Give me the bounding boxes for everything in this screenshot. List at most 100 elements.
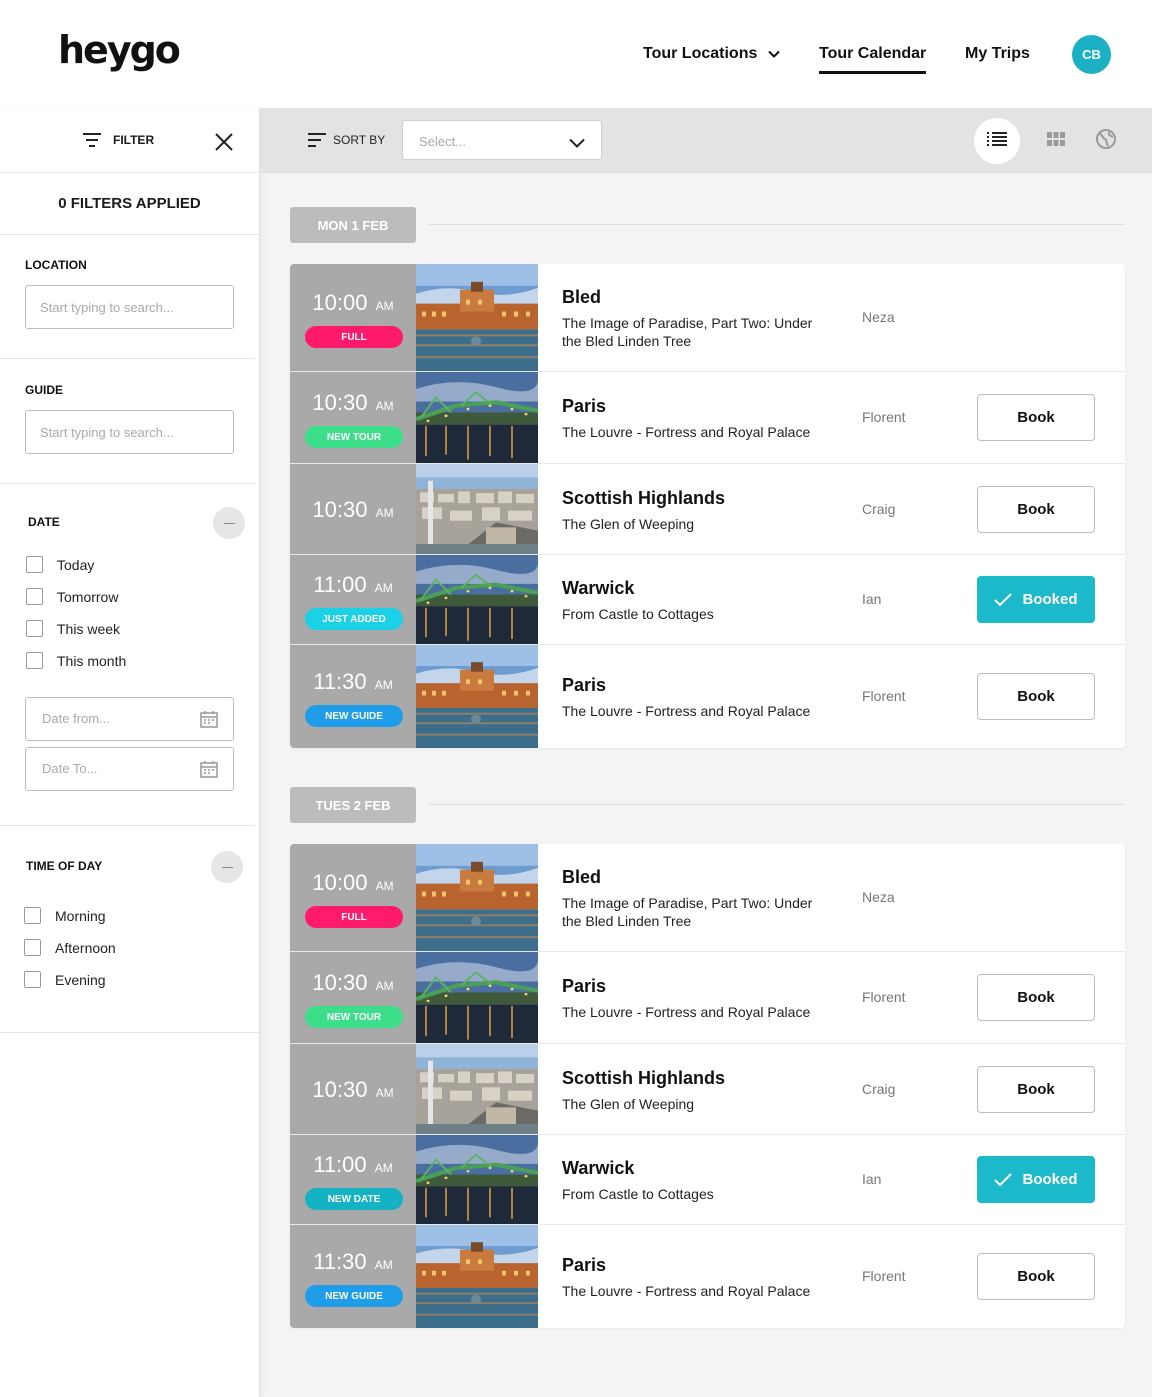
book-button-label: Book xyxy=(1017,1081,1055,1098)
status-badge: NEW TOUR xyxy=(305,1006,403,1028)
checkbox[interactable] xyxy=(26,620,43,637)
booked-button-label: Booked xyxy=(1022,591,1078,608)
checkbox[interactable] xyxy=(24,939,41,956)
tour-time: 11:00 AM xyxy=(290,1152,416,1178)
tour-title[interactable]: Scottish Highlands xyxy=(562,488,725,509)
book-button-label: Book xyxy=(1017,501,1055,518)
checkbox[interactable] xyxy=(26,652,43,669)
date-option-this-month[interactable]: This month xyxy=(26,652,126,669)
check-icon xyxy=(994,1172,1013,1186)
tour-time-ampm: AM xyxy=(375,299,394,313)
calendar-icon[interactable] xyxy=(200,760,218,783)
tour-time: 11:30 AM xyxy=(290,669,416,695)
tour-subtitle: The Glen of Weeping xyxy=(562,516,695,532)
nav-tour-locations[interactable]: Tour Locations xyxy=(643,45,780,63)
tour-guide: Ian xyxy=(862,1171,882,1187)
time-option-afternoon[interactable]: Afternoon xyxy=(24,939,116,956)
tour-title[interactable]: Warwick xyxy=(562,578,634,599)
tour-row[interactable]: 11:30 AM NEW GUIDE Paris The Louvre - For… xyxy=(290,1225,1125,1328)
tour-subtitle: The Image of Paradise, Part Two: Under t… xyxy=(562,895,813,929)
date-option-label: This week xyxy=(57,620,121,637)
date-to-input[interactable] xyxy=(42,761,192,776)
nav-tour-calendar[interactable]: Tour Calendar xyxy=(819,45,927,74)
book-button[interactable]: Book xyxy=(977,394,1095,441)
chevron-down-icon xyxy=(569,135,585,153)
close-icon[interactable] xyxy=(214,132,234,157)
guide-search-input[interactable] xyxy=(25,410,234,454)
date-label: DATE xyxy=(28,515,60,529)
tour-title[interactable]: Warwick xyxy=(562,1158,634,1179)
tour-row[interactable]: 11:30 AM NEW GUIDE Paris The Louvre - For… xyxy=(290,645,1125,748)
divider xyxy=(428,224,1125,225)
divider xyxy=(428,804,1125,805)
date-to-field[interactable] xyxy=(25,747,234,791)
checkbox[interactable] xyxy=(24,971,41,988)
tour-row[interactable]: 10:30 AM NEW TOUR Paris The Louvre - Fort… xyxy=(290,952,1125,1044)
map-view-button[interactable] xyxy=(1083,118,1129,164)
tour-row[interactable]: 10:00 AM FULL Bled The Image of Paradise,… xyxy=(290,844,1125,952)
tour-thumbnail xyxy=(416,844,538,951)
location-label: LOCATION xyxy=(25,258,87,272)
date-option-this-week[interactable]: This week xyxy=(26,620,120,637)
checkbox[interactable] xyxy=(24,907,41,924)
location-search-input[interactable] xyxy=(25,285,234,329)
tour-title[interactable]: Paris xyxy=(562,976,606,997)
tour-row[interactable]: 11:00 AM NEW DATE Warwick From Castle to … xyxy=(290,1135,1125,1225)
heygo-logo[interactable]: heygo xyxy=(58,28,181,72)
user-avatar[interactable]: CB xyxy=(1072,35,1111,74)
book-button[interactable]: Book xyxy=(977,673,1095,720)
book-button[interactable]: Book xyxy=(977,486,1095,533)
checkbox[interactable] xyxy=(26,556,43,573)
date-collapse-button[interactable] xyxy=(213,507,245,539)
booked-button[interactable]: Booked xyxy=(977,1156,1095,1203)
time-cell: 11:30 AM NEW GUIDE xyxy=(290,1225,416,1328)
tour-row[interactable]: 10:00 AM FULL Bled The Image of Paradise,… xyxy=(290,264,1125,372)
day-section: TUES 2 FEB 10:00 AM FULL Bled The Image o… xyxy=(290,787,1125,1328)
date-option-tomorrow[interactable]: Tomorrow xyxy=(26,588,118,605)
tour-row[interactable]: 10:30 AM NEW TOUR Paris The Louvre - Fort… xyxy=(290,372,1125,464)
filter-sidebar: FILTER 0 FILTERS APPLIED LOCATION GUIDE … xyxy=(0,108,260,1397)
time-cell: 10:00 AM FULL xyxy=(290,844,416,951)
tour-title[interactable]: Bled xyxy=(562,287,601,308)
tour-guide: Craig xyxy=(862,1081,896,1097)
checkbox[interactable] xyxy=(26,588,43,605)
tour-title[interactable]: Paris xyxy=(562,675,606,696)
tour-thumbnail xyxy=(416,464,538,554)
calendar-icon[interactable] xyxy=(200,710,218,733)
tour-subtitle: The Louvre - Fortress and Royal Palace xyxy=(562,424,811,440)
list-view-button[interactable] xyxy=(974,118,1020,164)
filter-title: FILTER xyxy=(113,133,155,147)
tour-row[interactable]: 11:00 AM JUST ADDED Warwick From Castle t… xyxy=(290,555,1125,645)
date-from-field[interactable] xyxy=(25,697,234,741)
book-button-label: Book xyxy=(1017,1268,1055,1285)
tour-title[interactable]: Paris xyxy=(562,1255,606,1276)
book-button[interactable]: Book xyxy=(977,1253,1095,1300)
tour-list: 10:00 AM FULL Bled The Image of Paradise,… xyxy=(290,844,1125,1328)
time-option-morning[interactable]: Morning xyxy=(24,907,106,924)
nav-my-trips[interactable]: My Trips xyxy=(965,45,1030,63)
book-button[interactable]: Book xyxy=(977,1066,1095,1113)
tour-thumbnail xyxy=(416,264,538,371)
time-of-day-collapse-button[interactable] xyxy=(211,851,243,883)
tour-row[interactable]: 10:30 AM Scottish Highlands The Glen of … xyxy=(290,1044,1125,1135)
tour-title[interactable]: Scottish Highlands xyxy=(562,1068,725,1089)
date-option-today[interactable]: Today xyxy=(26,556,94,573)
tour-title[interactable]: Bled xyxy=(562,867,601,888)
day-header: TUES 2 FEB xyxy=(290,787,1125,823)
date-option-label: Tomorrow xyxy=(57,588,119,605)
tour-time: 10:00 AM xyxy=(290,870,416,896)
tour-row[interactable]: 10:30 AM Scottish Highlands The Glen of … xyxy=(290,464,1125,555)
booked-button[interactable]: Booked xyxy=(977,576,1095,623)
tour-time: 11:30 AM xyxy=(290,1249,416,1275)
divider xyxy=(0,483,255,484)
nav-tour-locations-label: Tour Locations xyxy=(643,45,758,63)
grid-view-button[interactable] xyxy=(1033,118,1079,164)
tour-time-ampm: AM xyxy=(375,879,394,893)
book-button[interactable]: Book xyxy=(977,974,1095,1021)
status-badge: NEW GUIDE xyxy=(305,1285,403,1307)
date-from-input[interactable] xyxy=(42,711,192,726)
tour-title[interactable]: Paris xyxy=(562,396,606,417)
tour-guide: Florent xyxy=(862,688,906,704)
time-option-evening[interactable]: Evening xyxy=(24,971,106,988)
sort-select[interactable]: Select... xyxy=(402,120,602,160)
